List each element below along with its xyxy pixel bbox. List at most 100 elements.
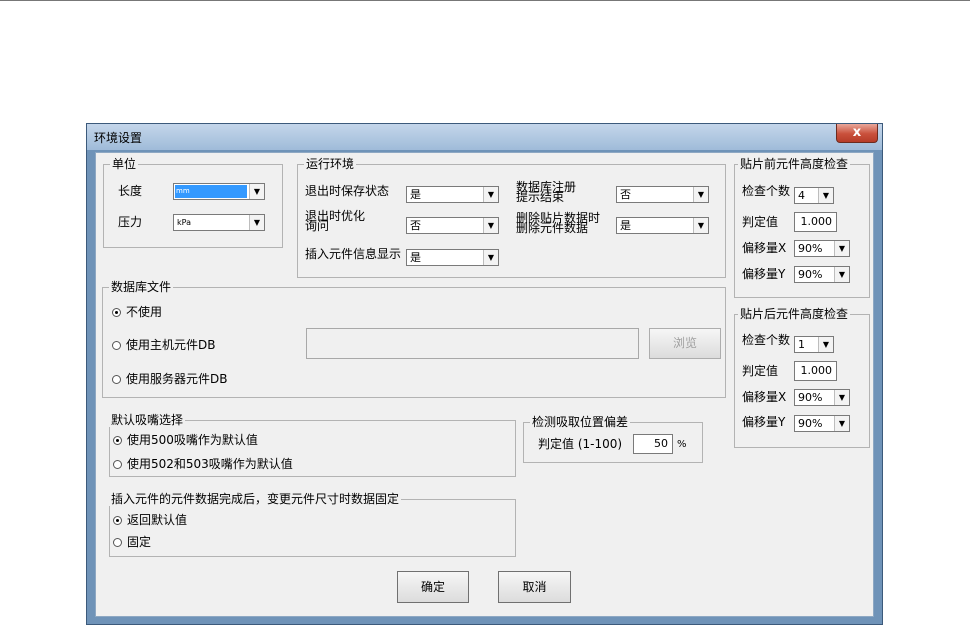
optimize-value: 否: [410, 219, 421, 232]
post-judge-input[interactable]: 1.000: [794, 361, 837, 381]
pre-offset-y-select[interactable]: 90% ▼: [794, 266, 850, 283]
unit-legend: 单位: [110, 157, 139, 171]
pre-height-check-group: 贴片前元件高度检查 检查个数 4 ▼ 判定值 1.000 偏移量X 90% ▼ …: [734, 157, 870, 298]
db-register-value: 否: [620, 188, 631, 201]
radio-checked-icon[interactable]: [113, 516, 122, 525]
top-divider: [0, 0, 970, 1]
insert-info-select[interactable]: 是 ▼: [406, 249, 499, 266]
post-count-label: 检查个数: [742, 333, 791, 347]
chevron-down-icon[interactable]: ▼: [483, 250, 498, 265]
pressure-unit-value: kPa: [177, 218, 191, 227]
length-unit-select[interactable]: mm ▼: [173, 183, 265, 200]
radio-unchecked-icon[interactable]: [113, 460, 122, 469]
post-offset-x-label: 偏移量X: [742, 390, 787, 404]
delete-data-label-line2: 删除元件数据: [516, 221, 589, 235]
pickup-deviation-group: 检测吸取位置偏差 判定值 (1-100) 50 %: [523, 415, 703, 463]
db-option-server[interactable]: 使用服务器元件DB: [112, 372, 227, 386]
pre-count-select[interactable]: 4 ▼: [794, 187, 834, 204]
radio-checked-icon[interactable]: [112, 308, 121, 317]
pre-check-legend: 贴片前元件高度检查: [738, 157, 851, 171]
unit-group: 单位 长度 mm ▼ 压力 kPa ▼: [103, 157, 283, 248]
close-icon[interactable]: x: [836, 124, 878, 143]
db-register-label-line2: 提示结束: [516, 190, 565, 204]
insert-info-label: 插入元件信息显示: [305, 247, 402, 261]
radio-unchecked-icon[interactable]: [112, 375, 121, 384]
runtime-group: 运行环境 退出时保存状态 是 ▼ 退出时优化 询问 否 ▼ 插入元件信息显示 是…: [297, 157, 726, 278]
db-option-host[interactable]: 使用主机元件DB: [112, 338, 215, 352]
post-offset-y-value: 90%: [798, 417, 823, 430]
chevron-down-icon[interactable]: ▼: [249, 184, 264, 199]
chevron-down-icon[interactable]: ▼: [834, 390, 849, 405]
environment-settings-dialog: 环境设置 x 单位 长度 mm ▼ 压力 kPa ▼ 运行环境 退出时保存状态 …: [86, 123, 883, 625]
pre-offset-y-label: 偏移量Y: [742, 267, 786, 281]
chevron-down-icon[interactable]: ▼: [483, 187, 498, 202]
post-offset-y-select[interactable]: 90% ▼: [794, 415, 850, 432]
db-register-select[interactable]: 否 ▼: [616, 186, 709, 203]
post-offset-y-label: 偏移量Y: [742, 415, 786, 429]
insert-option-return-label: 返回默认值: [127, 513, 188, 527]
post-check-legend: 贴片后元件高度检查: [738, 307, 851, 321]
dialog-title: 环境设置: [94, 131, 143, 145]
post-count-select[interactable]: 1 ▼: [794, 336, 834, 353]
length-label: 长度: [118, 184, 143, 198]
radio-unchecked-icon[interactable]: [112, 341, 121, 350]
nozzle-option-502-label: 使用502和503吸嘴作为默认值: [127, 457, 293, 471]
chevron-down-icon[interactable]: ▼: [693, 218, 708, 233]
title-bar[interactable]: 环境设置 x: [87, 124, 882, 150]
pickup-judge-label: 判定值 (1-100): [538, 437, 623, 451]
db-option-server-label: 使用服务器元件DB: [126, 372, 228, 386]
pre-judge-label: 判定值: [742, 215, 779, 229]
db-option-none[interactable]: 不使用: [112, 305, 162, 319]
pre-judge-input[interactable]: 1.000: [794, 212, 837, 232]
insert-option-fixed-label: 固定: [127, 535, 152, 549]
nozzle-option-502[interactable]: 使用502和503吸嘴作为默认值: [113, 457, 293, 471]
nozzle-option-500-label: 使用500吸嘴作为默认值: [127, 433, 258, 447]
database-legend: 数据库文件: [109, 280, 174, 294]
chevron-down-icon[interactable]: ▼: [818, 188, 833, 203]
db-option-host-label: 使用主机元件DB: [126, 338, 216, 352]
pre-offset-y-value: 90%: [798, 268, 823, 281]
default-nozzle-group: 默认吸嘴选择 使用500吸嘴作为默认值 使用502和503吸嘴作为默认值: [109, 413, 516, 477]
pressure-unit-select[interactable]: kPa ▼: [173, 214, 265, 231]
insert-component-group: 插入元件的元件数据完成后，变更元件尺寸时数据固定 返回默认值 固定: [109, 492, 516, 557]
chevron-down-icon[interactable]: ▼: [818, 337, 833, 352]
chevron-down-icon[interactable]: ▼: [249, 215, 264, 230]
cancel-button[interactable]: 取消: [498, 571, 571, 603]
runtime-legend: 运行环境: [304, 157, 357, 171]
insert-option-fixed[interactable]: 固定: [113, 535, 151, 549]
insert-legend: 插入元件的元件数据完成后，变更元件尺寸时数据固定: [109, 492, 402, 506]
database-file-group: 数据库文件 不使用 使用主机元件DB 使用服务器元件DB 浏览: [102, 280, 726, 398]
chevron-down-icon[interactable]: ▼: [693, 187, 708, 202]
pre-offset-x-value: 90%: [798, 242, 823, 255]
post-offset-x-select[interactable]: 90% ▼: [794, 389, 850, 406]
post-height-check-group: 贴片后元件高度检查 检查个数 1 ▼ 判定值 1.000 偏移量X 90% ▼ …: [734, 307, 870, 448]
delete-data-value: 是: [620, 219, 631, 232]
ok-button[interactable]: 确定: [397, 571, 469, 603]
save-on-exit-value: 是: [410, 188, 421, 201]
db-option-none-label: 不使用: [126, 305, 163, 319]
pressure-label: 压力: [118, 215, 143, 229]
delete-data-select[interactable]: 是 ▼: [616, 217, 709, 234]
save-on-exit-select[interactable]: 是 ▼: [406, 186, 499, 203]
pickup-judge-input[interactable]: 50: [633, 434, 673, 454]
browse-button[interactable]: 浏览: [649, 328, 721, 359]
pre-offset-x-select[interactable]: 90% ▼: [794, 240, 850, 257]
chevron-down-icon[interactable]: ▼: [834, 416, 849, 431]
pre-count-label: 检查个数: [742, 184, 791, 198]
radio-checked-icon[interactable]: [113, 436, 122, 445]
nozzle-legend: 默认吸嘴选择: [109, 413, 186, 427]
pickup-legend: 检测吸取位置偏差: [530, 415, 631, 429]
nozzle-option-500[interactable]: 使用500吸嘴作为默认值: [113, 433, 258, 447]
pickup-unit-label: %: [677, 439, 687, 450]
save-on-exit-label: 退出时保存状态: [305, 184, 390, 198]
chevron-down-icon[interactable]: ▼: [834, 267, 849, 282]
optimize-select[interactable]: 否 ▼: [406, 217, 499, 234]
pre-offset-x-label: 偏移量X: [742, 241, 787, 255]
length-unit-value: mm: [175, 185, 247, 198]
post-count-value: 1: [798, 338, 805, 351]
insert-option-return[interactable]: 返回默认值: [113, 513, 187, 527]
chevron-down-icon[interactable]: ▼: [834, 241, 849, 256]
radio-unchecked-icon[interactable]: [113, 538, 122, 547]
database-path-field[interactable]: [306, 328, 639, 359]
chevron-down-icon[interactable]: ▼: [483, 218, 498, 233]
